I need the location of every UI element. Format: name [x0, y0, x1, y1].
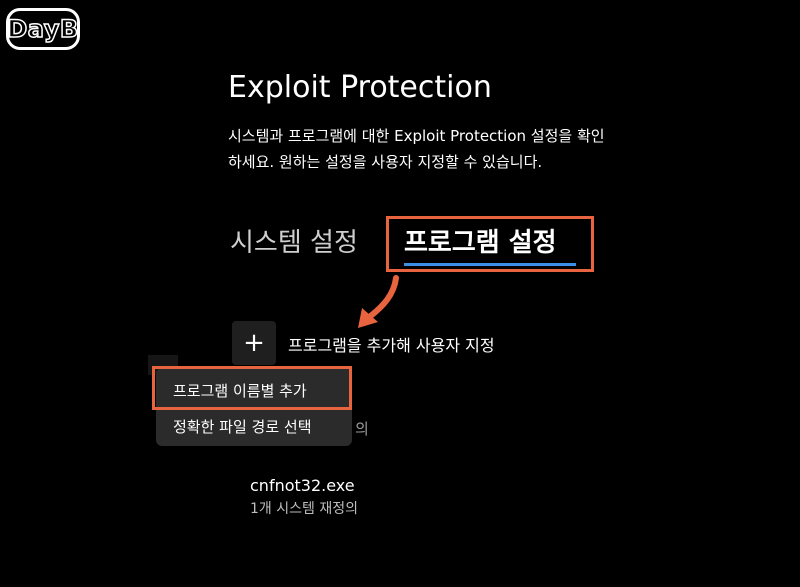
program-list-item-detail: 1개 시스템 재정의: [250, 501, 358, 517]
add-program-label[interactable]: 프로그램을 추가해 사용자 지정: [288, 332, 495, 356]
annotation-highlight-tab: [386, 216, 594, 272]
program-list-item-name[interactable]: cnfnot32.exe: [250, 476, 355, 495]
add-program-button[interactable]: +: [232, 321, 276, 365]
dayb-logo-watermark: DayB: [6, 8, 80, 50]
page-title: Exploit Protection: [228, 70, 492, 105]
tab-system-settings[interactable]: 시스템 설정: [230, 222, 358, 259]
annotation-arrow-icon: [358, 275, 399, 328]
plus-icon: +: [243, 328, 265, 358]
partially-hidden-text: 의: [355, 420, 369, 438]
annotation-highlight-menu-item: [152, 366, 352, 410]
page-description: 시스템과 프로그램에 대한 Exploit Protection 설정을 확인하…: [228, 127, 605, 171]
menu-item-choose-exact-path[interactable]: 정확한 파일 경로 선택: [173, 416, 312, 437]
